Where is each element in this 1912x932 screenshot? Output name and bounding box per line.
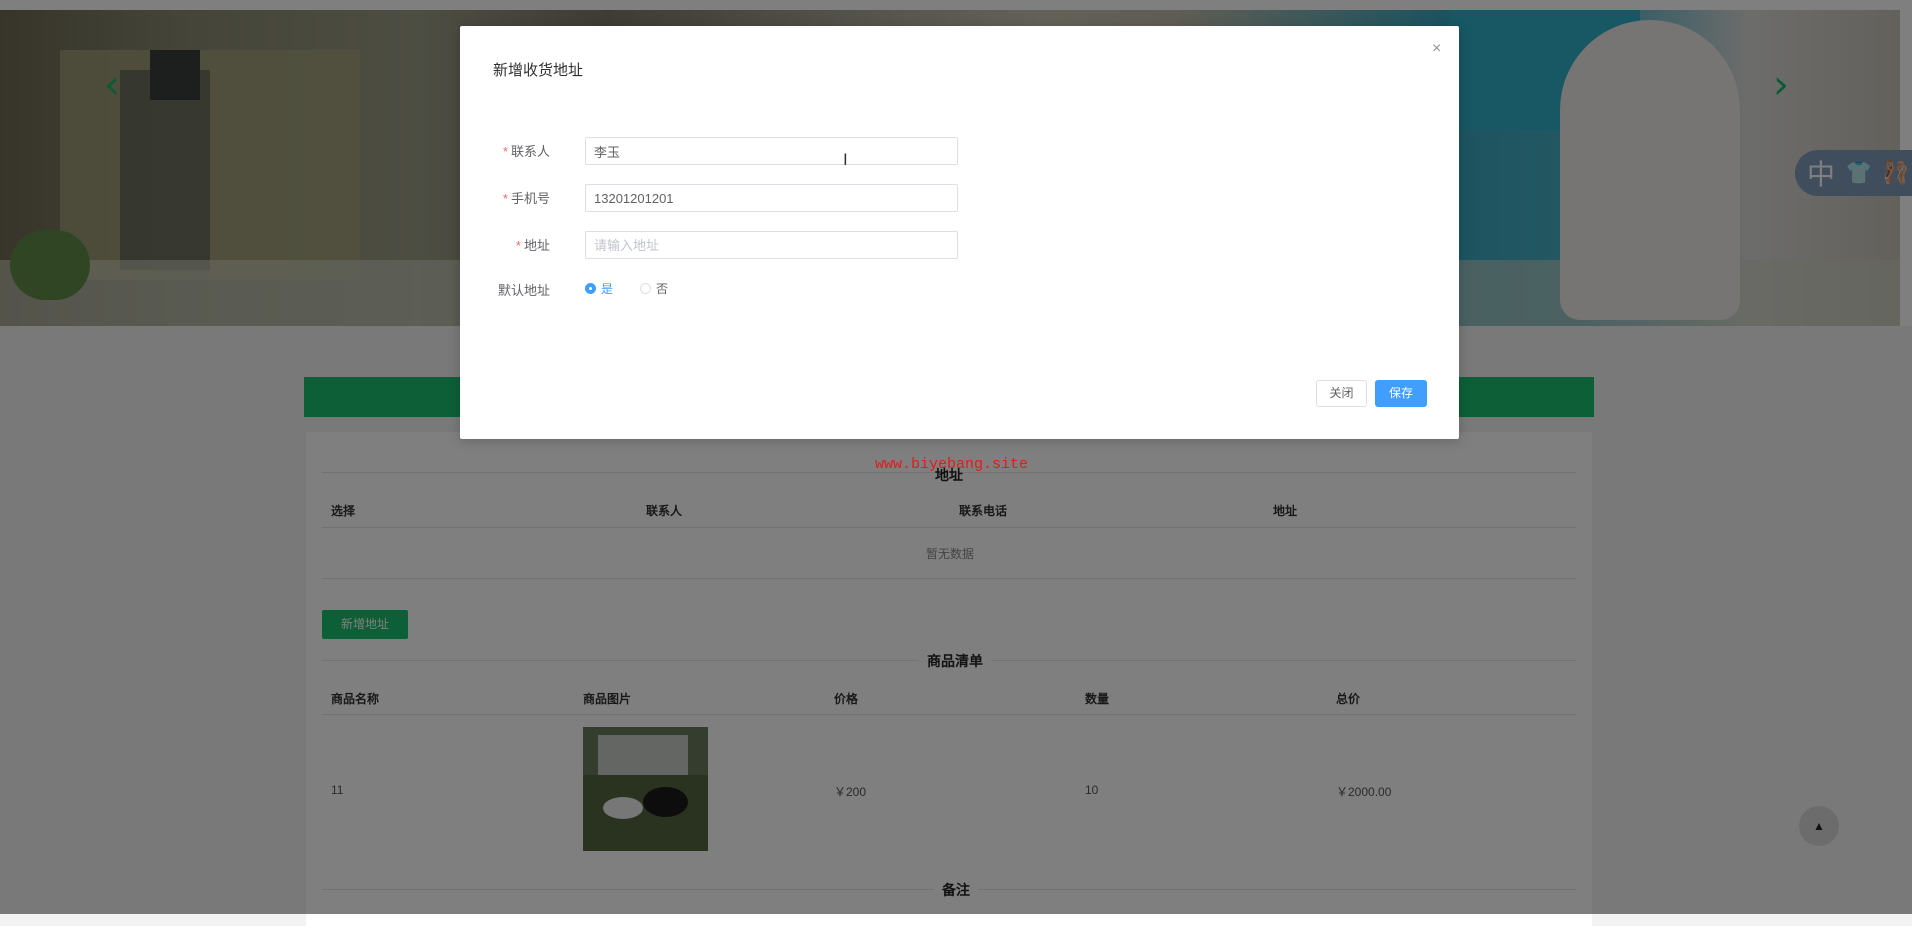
dialog-title: 新增收货地址: [493, 62, 584, 79]
radio-checked-icon: [585, 283, 596, 294]
phone-label: * 手机号: [502, 191, 550, 206]
contact-input[interactable]: [585, 137, 958, 165]
save-button[interactable]: 保存: [1375, 380, 1427, 407]
radio-unchecked-icon: [640, 283, 651, 294]
watermark-text: www.biyebang.site: [875, 456, 1029, 473]
default-address-label: 默认地址: [497, 283, 550, 298]
close-icon[interactable]: ×: [1432, 40, 1441, 58]
default-yes-radio[interactable]: 是: [585, 280, 613, 297]
add-address-dialog: 新增收货地址 × *联系人 *手机号 *地址 默认地址 是 否 关闭 保存: [460, 26, 1459, 439]
contact-label: * 联系人: [502, 144, 550, 159]
close-button[interactable]: 关闭: [1316, 380, 1367, 407]
text-cursor-icon: I: [843, 150, 848, 169]
phone-input[interactable]: [585, 184, 958, 212]
address-input[interactable]: [585, 231, 958, 259]
default-no-radio[interactable]: 否: [640, 280, 668, 297]
address-label: * 地址: [515, 238, 550, 253]
